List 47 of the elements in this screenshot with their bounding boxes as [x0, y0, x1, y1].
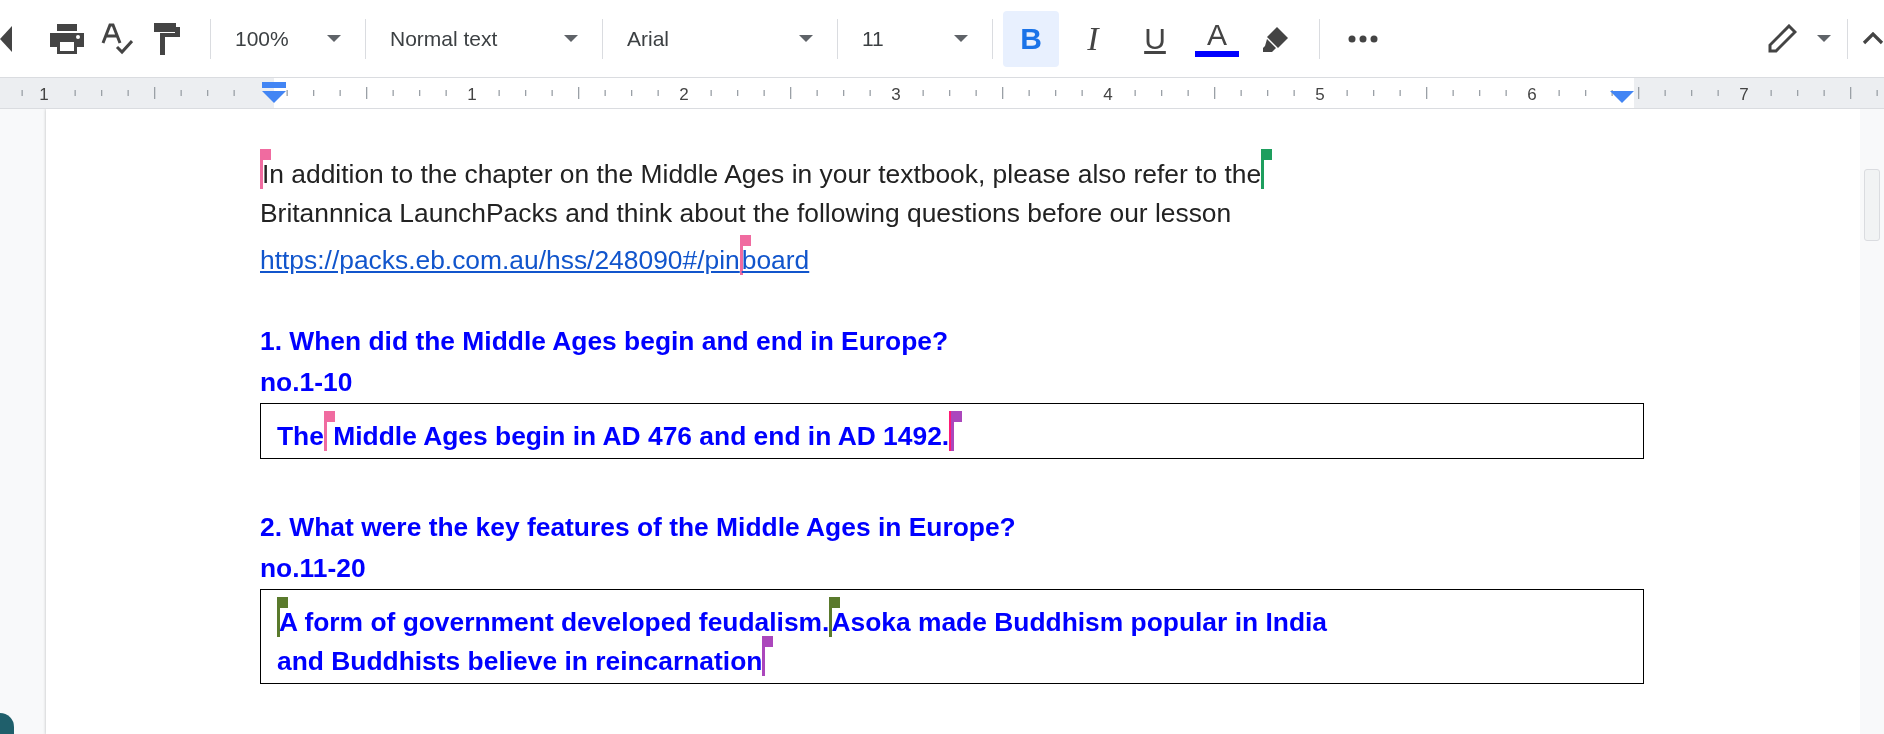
scrollbar-thumb[interactable]	[1864, 169, 1880, 241]
body-text: Britannnica LaunchPacks and think about the following questions before our lesson	[260, 198, 1232, 228]
triangle-icon[interactable]	[0, 25, 12, 52]
corner-shape-icon	[0, 713, 14, 734]
print-icon	[50, 23, 84, 54]
answer-text: Middle Ages begin in AD 476 and end in AD 1492.	[332, 421, 950, 451]
link[interactable]: board	[741, 245, 810, 275]
ruler-number: 5	[1315, 85, 1325, 104]
pencil-icon	[1767, 23, 1797, 54]
caret-icon	[1817, 35, 1831, 42]
ruler-number: 7	[1739, 85, 1749, 104]
bold-button[interactable]: B	[1003, 10, 1059, 67]
answer-text: A form of government developed feudalism.	[279, 607, 830, 637]
ruler-number: 3	[891, 85, 901, 104]
question-heading: 1. When did the Middle Ages begin and end in Europe?	[260, 325, 950, 358]
ruler-number: 6	[1527, 85, 1537, 104]
body-text: In addition to the chapter on the Middle Ages in your textbook, please also refer to the	[262, 159, 1262, 189]
italic-button[interactable]: I	[1065, 10, 1121, 67]
question-heading: 2. What were the key features of the Middle Ages in Europe?	[260, 511, 1017, 544]
paint-roller-icon	[154, 22, 180, 55]
spellcheck-icon	[101, 22, 133, 55]
number-range-label: no.11-20	[260, 552, 367, 585]
caret-icon	[799, 35, 813, 42]
caret-icon	[564, 35, 578, 42]
caret-icon	[327, 35, 341, 42]
answer-text: The	[277, 421, 324, 451]
answer-text: and Buddhists believe in reincarnation	[277, 646, 763, 676]
ruler-number: 1	[467, 85, 477, 104]
font-dropdown[interactable]: Arial	[621, 14, 819, 63]
indent-marker-icon[interactable]	[1610, 91, 1634, 103]
text-color-button[interactable]: A	[1189, 8, 1245, 69]
ruler-number: 2	[679, 85, 689, 104]
indent-marker-icon[interactable]	[262, 82, 286, 103]
underline-button[interactable]: U	[1127, 10, 1183, 67]
ruler-number: 4	[1103, 85, 1113, 104]
more-icon	[1348, 34, 1378, 43]
zoom-dropdown[interactable]: 100%	[229, 14, 347, 63]
style-dropdown[interactable]: Normal text	[384, 14, 584, 63]
ruler-number: 1	[39, 85, 49, 104]
link[interactable]: https://packs.eb.com.au/hss/248090#/pin	[260, 245, 740, 275]
answer-box[interactable]: A form of government developed feudalism.Asoka made Buddhism popular in India and Buddhists believe in reincarnation	[260, 589, 1644, 684]
caret-icon	[954, 35, 968, 42]
number-range-label: no.1-10	[260, 366, 354, 399]
answer-box[interactable]: The Middle Ages begin in AD 476 and end in AD 1492.	[260, 403, 1644, 459]
answer-text: Asoka made Buddhism popular in India	[831, 607, 1327, 637]
chevron-up-icon[interactable]	[1862, 32, 1884, 45]
font-size-dropdown[interactable]: 11	[856, 14, 974, 63]
